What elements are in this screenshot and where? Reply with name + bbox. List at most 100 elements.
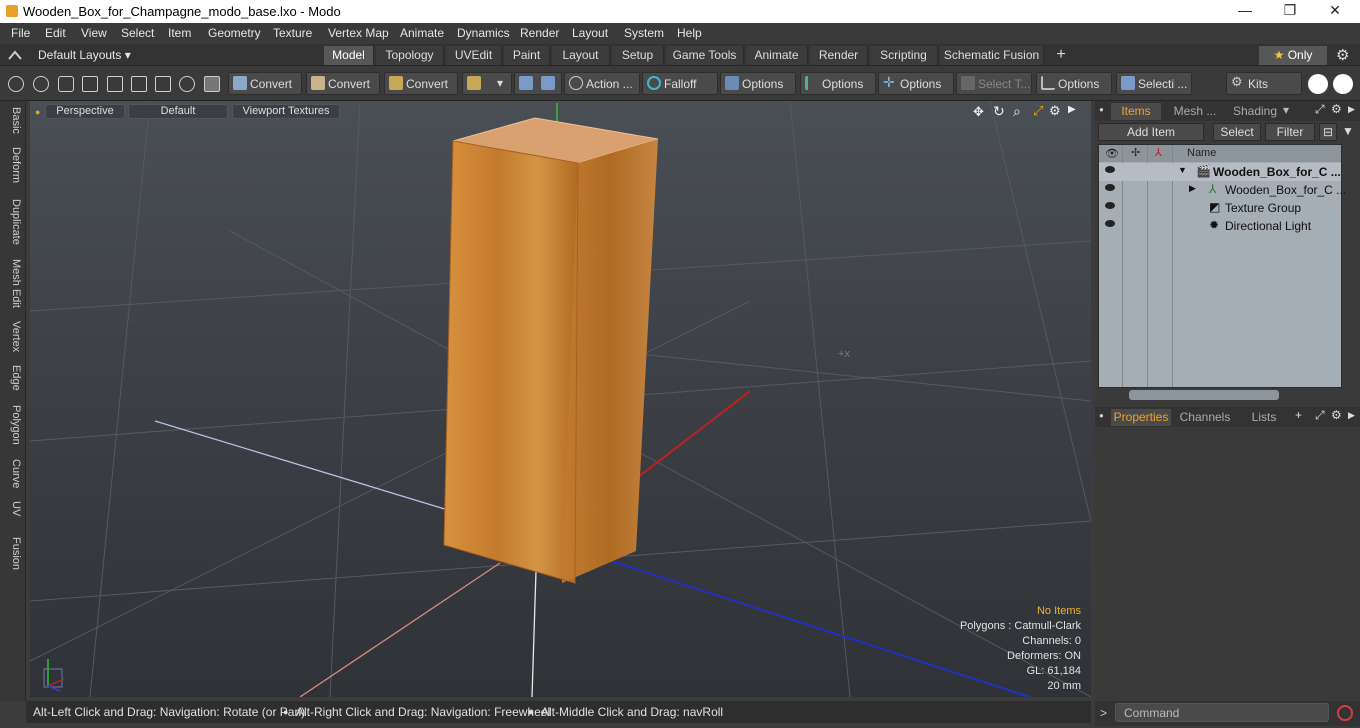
visibility-eye-icon[interactable] [1105,220,1115,227]
layouts-dropdown[interactable]: Default Layouts ▾ [38,48,131,62]
tree-row-texture-group[interactable]: ◩ Texture Group [1099,199,1341,217]
mesh-mode-icon[interactable] [204,76,220,92]
record-macro-icon[interactable] [1337,705,1353,721]
command-input[interactable]: Command [1115,703,1329,722]
rotate-view-icon[interactable]: ↻ [993,103,1005,120]
add-tab-icon[interactable]: + [1295,408,1302,422]
tab-layout[interactable]: Layout [552,46,610,65]
menu-view[interactable]: View [81,26,107,40]
tab-items[interactable]: Items [1111,103,1161,120]
tab-animate[interactable]: Animate [746,46,808,65]
action-center-button[interactable]: Action ... [564,72,640,95]
select-button[interactable]: Select [1213,123,1261,141]
collapse-all-icon[interactable]: ⊟ [1319,123,1337,141]
menu-help[interactable]: Help [677,26,702,40]
options-button-2[interactable]: Options [800,72,876,95]
select-falloff-icon[interactable] [179,76,195,92]
panel-settings-icon[interactable]: ⚙ [1331,102,1342,116]
collapse-up-icon[interactable] [8,49,22,61]
select-materials-icon[interactable] [107,76,123,92]
tab-topology[interactable]: Topology [376,46,444,65]
tree-row-directional-light[interactable]: ✹ Directional Light [1099,217,1341,235]
tree-row-mesh[interactable]: ▶ ⅄ Wooden_Box_for_C ... [1099,181,1346,199]
unreal-icon[interactable] [1333,74,1353,94]
fit-view-icon[interactable]: ⤢ [1033,103,1043,119]
add-tab-button[interactable]: + [1048,46,1074,65]
menu-texture[interactable]: Texture [273,26,312,40]
menu-dynamics[interactable]: Dynamics [457,26,510,40]
visibility-eye-icon[interactable] [1105,202,1115,209]
menu-item[interactable]: Item [168,26,191,40]
undock-icon[interactable]: ⤢ [1315,102,1325,117]
tab-properties[interactable]: Properties [1111,409,1171,426]
tab-render[interactable]: Render [810,46,868,65]
sidebar-tab-vertex[interactable]: Vertex [4,321,22,352]
zoom-icon[interactable]: ⌕ [1013,103,1021,120]
select-through-button[interactable]: Select T... [956,72,1032,95]
tab-model[interactable]: Model [324,46,374,65]
sidebar-tab-basic[interactable]: Basic [4,107,22,134]
sidebar-tab-uv[interactable]: UV [4,501,22,516]
expand-triangle-icon[interactable]: ▶ [1189,183,1196,194]
filter-button[interactable]: Filter [1265,123,1315,141]
symmetry-buttons[interactable] [514,72,562,95]
panel-menu-dot-icon[interactable]: ● [1099,105,1104,114]
sidebar-tab-fusion[interactable]: Fusion [4,537,22,570]
tab-channels[interactable]: Channels [1177,409,1233,426]
menu-geometry[interactable]: Geometry [208,26,261,40]
panel-expand-icon[interactable]: ▶ [1348,104,1355,115]
options-button-4[interactable]: Options [1036,72,1112,95]
menu-layout[interactable]: Layout [572,26,608,40]
sidebar-tab-deform[interactable]: Deform [4,147,22,183]
expand-triangle-icon[interactable]: ▼ [1178,165,1187,175]
tree-row-scene[interactable]: ▼ 🎬 Wooden_Box_for_C ... [1099,163,1341,181]
sidebar-tab-polygon[interactable]: Polygon [4,405,22,445]
select-items-icon[interactable] [82,76,98,92]
tab-setup[interactable]: Setup [612,46,664,65]
menu-select[interactable]: Select [121,26,154,40]
visibility-eye-icon[interactable] [1105,166,1115,173]
panel-expand-icon[interactable]: ▶ [1348,410,1355,421]
tree-horizontal-scrollbar[interactable] [1129,390,1279,400]
tab-paint[interactable]: Paint [504,46,550,65]
maximize-button[interactable]: ❐ [1275,2,1305,20]
tab-mesh[interactable]: Mesh ... [1167,103,1223,120]
pan-move-icon[interactable]: ✥ [973,104,984,120]
select-edges-icon[interactable] [33,76,49,92]
chevron-down-icon[interactable]: ▾ [1283,103,1289,117]
viewport-settings-icon[interactable]: ⚙ [1049,103,1061,119]
menu-system[interactable]: System [624,26,664,40]
kits-button[interactable]: ⚙ Kits [1226,72,1302,95]
sidebar-tab-mesh-edit[interactable]: Mesh Edit [4,259,22,308]
view-mode-button[interactable]: Perspective [45,104,125,119]
undock-icon[interactable]: ⤢ [1315,408,1325,423]
minimize-button[interactable]: — [1230,2,1260,20]
3d-viewport[interactable]: +x ● Perspective Default Viewport Textur… [30,101,1091,697]
visibility-eye-icon[interactable] [1105,184,1115,191]
panel-menu-dot-icon[interactable]: ● [1099,411,1104,420]
sidebar-tab-edge[interactable]: Edge [4,365,22,391]
name-column-header[interactable]: Name [1187,147,1216,159]
menu-animate[interactable]: Animate [400,26,444,40]
convert-button-1[interactable]: Convert [228,72,302,95]
tab-lists[interactable]: Lists [1239,409,1289,426]
falloff-button[interactable]: Falloff [642,72,718,95]
panel-settings-icon[interactable]: ⚙ [1331,408,1342,422]
selection-sets-button[interactable]: Selecti ... [1116,72,1192,95]
only-toggle[interactable]: ★ Only [1259,46,1327,65]
sidebar-tab-duplicate[interactable]: Duplicate [4,199,22,245]
tab-game-tools[interactable]: Game Tools [666,46,744,65]
select-polygons-icon[interactable] [58,76,74,92]
settings-gear-icon[interactable]: ⚙ [1336,46,1349,64]
menu-vertex-map[interactable]: Vertex Map [328,26,389,40]
close-button[interactable]: ✕ [1320,2,1350,20]
options-button-3[interactable]: ✛ Options [878,72,954,95]
select-center-icon[interactable] [155,76,171,92]
unity-icon[interactable] [1308,74,1328,94]
select-vertices-icon[interactable] [8,76,24,92]
mesh-dropdown[interactable]: ▾ [462,72,512,95]
convert-button-2[interactable]: Convert [306,72,380,95]
menu-file[interactable]: File [11,26,30,40]
options-button-1[interactable]: Options [720,72,796,95]
viewport-menu-dot-icon[interactable]: ● [35,107,40,117]
